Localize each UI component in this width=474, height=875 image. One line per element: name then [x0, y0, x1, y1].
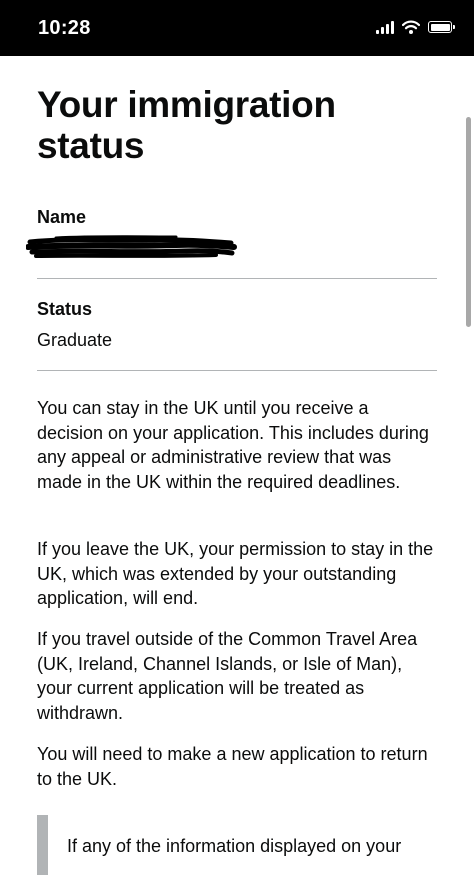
battery-icon	[428, 21, 455, 33]
page-title: Your immigration status	[37, 84, 336, 166]
divider-status	[37, 370, 437, 371]
status-time: 10:28	[38, 17, 91, 39]
status-label: Status	[37, 299, 93, 319]
status-bar: 10:28	[0, 0, 474, 56]
inset-text: If any of the information displayed on y…	[67, 836, 402, 856]
inset-text-box: If any of the information displayed on y…	[37, 815, 474, 875]
paragraph-new-application: You will need to make a new application …	[37, 744, 428, 789]
status-value: Graduate	[37, 330, 113, 350]
redacted-name-scribble	[26, 235, 237, 258]
paragraph-common-travel-area: If you travel outside of the Common Trav…	[37, 629, 418, 723]
inset-border	[37, 815, 48, 875]
status-icons	[376, 20, 455, 34]
name-label: Name	[37, 207, 87, 227]
paragraph-stay-until-decision: You can stay in the UK until you receive…	[37, 398, 429, 492]
main-content: Your immigration status	[37, 84, 437, 166]
cellular-signal-icon	[376, 20, 394, 34]
wifi-icon	[402, 20, 420, 34]
scrollbar[interactable]	[466, 117, 471, 327]
paragraph-leave-uk: If you leave the UK, your permission to …	[37, 539, 434, 608]
divider-name	[37, 278, 437, 279]
